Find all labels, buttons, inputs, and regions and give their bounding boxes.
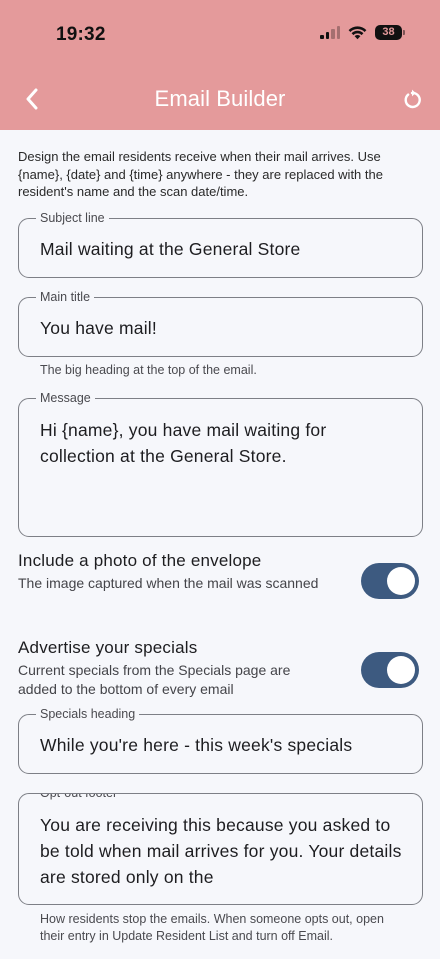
switch-knob <box>387 567 415 595</box>
status-time: 19:32 <box>56 24 106 45</box>
specials-heading-label: Specials heading <box>36 706 140 722</box>
reset-button[interactable] <box>396 84 428 116</box>
opt-out-footer-value[interactable]: You are receiving this because you asked… <box>40 812 406 890</box>
message-field[interactable]: Message Hi {name}, you have mail waiting… <box>18 390 423 537</box>
photo-toggle-description: The image captured when the mail was sca… <box>18 575 319 591</box>
battery-level: 38 <box>382 26 395 38</box>
wifi-icon <box>348 25 367 39</box>
subject-line-label: Subject line <box>36 210 109 226</box>
switch-knob <box>387 656 415 684</box>
photo-toggle-title: Include a photo of the envelope <box>18 551 262 570</box>
opt-out-footer-label: Opt-out footer <box>36 794 122 801</box>
specials-toggle-row: Advertise your specials Current specials… <box>18 637 423 699</box>
main-title-helper: The big heading at the top of the email. <box>40 363 257 377</box>
message-label: Message <box>36 390 95 406</box>
subject-line-value[interactable]: Mail waiting at the General Store <box>40 236 406 262</box>
specials-toggle-switch[interactable] <box>361 652 419 688</box>
opt-out-footer-field[interactable]: Opt-out footer You are receiving this be… <box>18 793 423 905</box>
opt-out-footer-helper: How residents stop the emails. When some… <box>40 912 384 943</box>
main-title-value[interactable]: You have mail! <box>40 315 406 341</box>
battery-icon: 38 <box>375 25 405 40</box>
subject-line-field[interactable]: Subject line Mail waiting at the General… <box>18 210 423 278</box>
specials-toggle-title: Advertise your specials <box>18 638 198 657</box>
specials-toggle-description: Current specials from the Specials page … <box>18 662 291 697</box>
cellular-signal-icon <box>320 26 340 39</box>
photo-toggle-switch[interactable] <box>361 563 419 599</box>
intro-text: Design the email residents receive when … <box>18 149 383 199</box>
page-title: Email Builder <box>154 86 286 111</box>
main-title-label: Main title <box>36 289 95 305</box>
photo-toggle-row: Include a photo of the envelope The imag… <box>18 550 423 599</box>
main-title-field[interactable]: Main title You have mail! <box>18 289 423 357</box>
status-icons: 38 <box>320 25 405 40</box>
message-value[interactable]: Hi {name}, you have mail waiting for col… <box>40 417 406 469</box>
specials-heading-field[interactable]: Specials heading While you're here - thi… <box>18 706 423 774</box>
refresh-icon <box>404 89 421 109</box>
specials-heading-value[interactable]: While you're here - this week's specials <box>40 732 406 758</box>
app-header: 19:32 38 Email Builder <box>0 0 440 130</box>
